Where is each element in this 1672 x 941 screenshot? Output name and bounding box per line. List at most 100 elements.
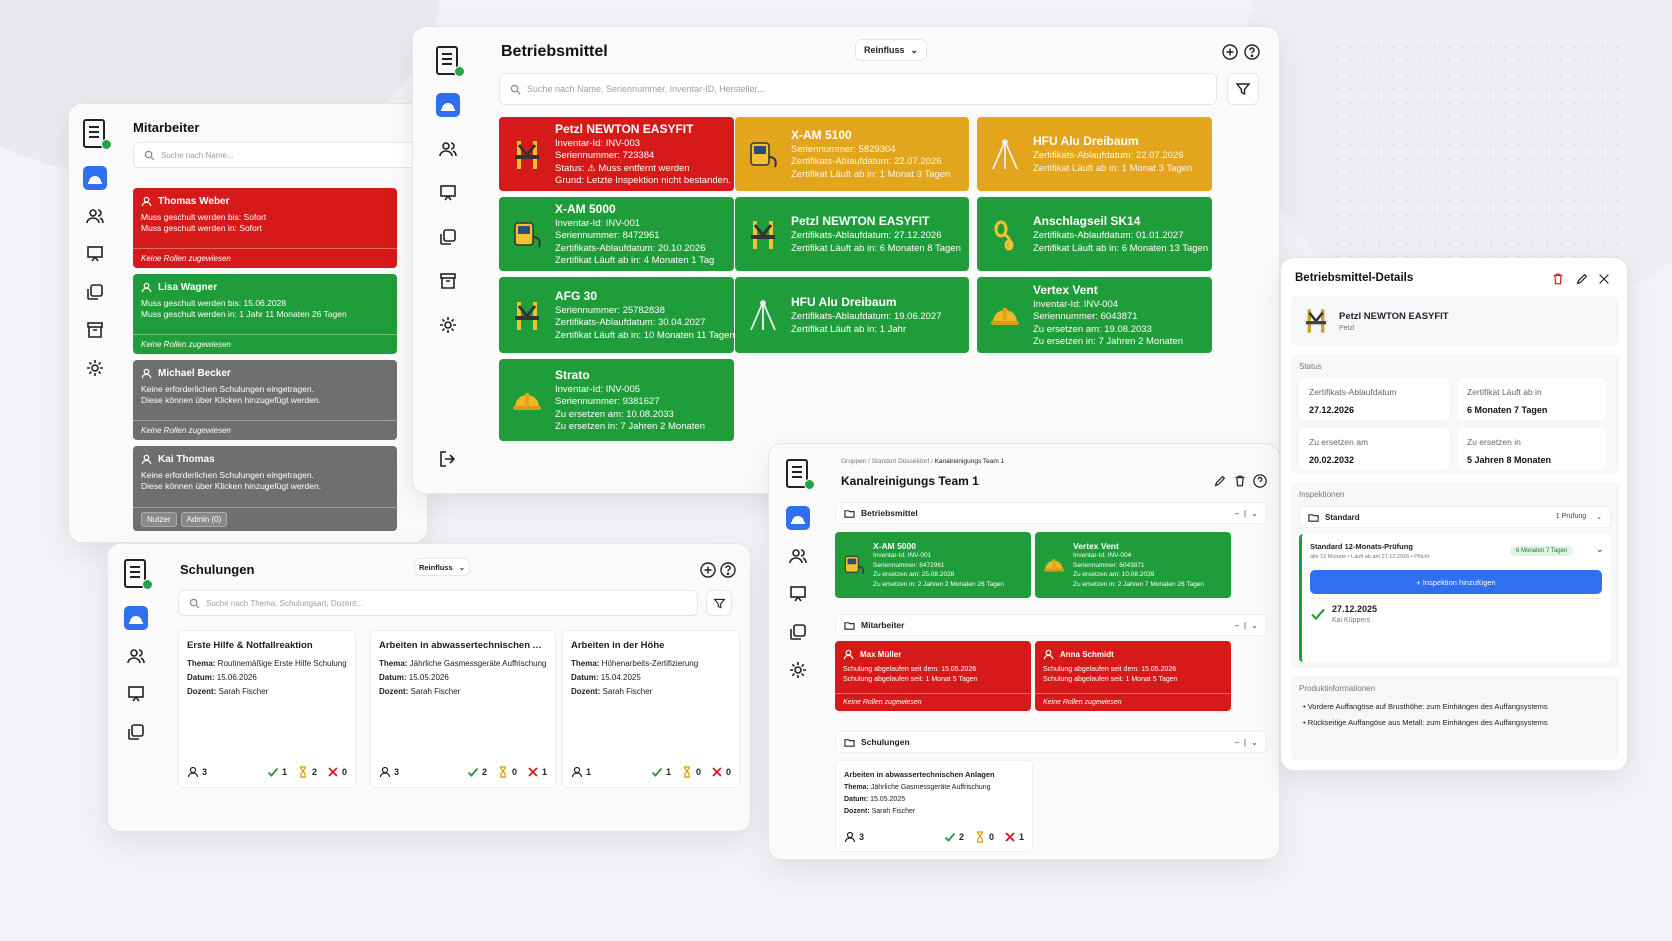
training-datum: Datum: 15.05.2026 xyxy=(379,671,547,685)
training-card[interactable]: Arbeiten in abwassertechnischen Anlagen … xyxy=(835,760,1033,852)
equipment-name: X-AM 5000 xyxy=(873,541,916,551)
location-dropdown[interactable]: Reinfluss ⌄ xyxy=(414,558,470,576)
training-nav-icon[interactable] xyxy=(436,181,460,205)
archive-nav-icon[interactable] xyxy=(436,269,460,293)
app-logo-icon xyxy=(122,558,153,590)
training-nav-icon[interactable] xyxy=(83,242,107,266)
delete-icon[interactable] xyxy=(1551,272,1565,286)
settings-nav-icon[interactable] xyxy=(83,356,107,380)
section-mitarbeiter[interactable]: Mitarbeiter – | ⌄ xyxy=(835,614,1267,636)
equipment-detail: Zu ersetzen in: 2 Jahren 2 Monaten 26 Ta… xyxy=(873,580,1005,588)
chevron-down-icon: ⌄ xyxy=(910,44,919,55)
equipment-card[interactable]: Petzl NEWTON EASYFIT Inventar-Id: INV-003… xyxy=(499,117,734,191)
settings-nav-icon[interactable] xyxy=(436,313,460,337)
add-inspection-button[interactable]: + Inspektion hinzufügen xyxy=(1310,570,1602,594)
training-nav-icon[interactable] xyxy=(786,582,810,606)
training-card[interactable]: Arbeiten in der Höhe Thema: Höhenarbeits-… xyxy=(562,630,740,788)
equipment-card[interactable]: X-AM 5000 Inventar-Id: INV-001 Seriennumme… xyxy=(499,197,734,271)
edit-icon[interactable] xyxy=(1213,474,1227,488)
help-icon[interactable] xyxy=(1243,43,1261,61)
users-nav-icon[interactable] xyxy=(436,137,460,161)
equipment-name: Strato xyxy=(555,367,590,382)
employee-card[interactable]: Max Müller Schulung abgelaufen seit dem: … xyxy=(835,641,1031,711)
employee-card[interactable]: Thomas Weber Muss geschult werden bis: S… xyxy=(133,188,397,268)
logout-icon[interactable] xyxy=(436,447,460,471)
section-betriebsmittel[interactable]: Betriebsmittel – | ⌄ xyxy=(835,502,1267,524)
training-thema-value: Höhenarbeits-Zertifizierung xyxy=(599,659,699,668)
groups-nav-icon[interactable] xyxy=(436,225,460,249)
equipment-nav-icon[interactable] xyxy=(83,166,107,190)
equipment-detail: Zertifikats-Ablaufdatum: 22.07.2026 xyxy=(791,156,942,168)
filter-icon[interactable] xyxy=(1227,73,1259,105)
employee-card[interactable]: Michael Becker Keine erforderlichen Schu… xyxy=(133,360,397,440)
settings-nav-icon[interactable] xyxy=(786,658,810,682)
equipment-nav-icon[interactable] xyxy=(124,606,148,630)
groups-nav-icon[interactable] xyxy=(786,620,810,644)
equipment-card[interactable]: Vertex Vent Inventar-Id: INV-004 Seriennum… xyxy=(977,277,1212,353)
equipment-card[interactable]: Strato Inventar-Id: INV-005 Seriennummer: … xyxy=(499,359,734,441)
inspection-group-standard[interactable]: Standard 1 Prüfung ⌄ xyxy=(1299,506,1611,528)
close-icon[interactable] xyxy=(1597,272,1611,286)
chevron-down-icon[interactable]: ⌄ xyxy=(1596,544,1604,555)
archive-nav-icon[interactable] xyxy=(83,318,107,342)
training-card[interactable]: Erste Hilfe & Notfallreaktion Thema: Rout… xyxy=(178,630,356,788)
employee-card[interactable]: Anna Schmidt Schulung abgelaufen seit dem… xyxy=(1035,641,1231,711)
equipment-card[interactable]: Anschlagseil SK14 Zertifikats-Ablaufdatum… xyxy=(977,197,1212,271)
users-nav-icon[interactable] xyxy=(83,204,107,228)
add-icon[interactable] xyxy=(700,562,716,578)
equipment-nav-icon[interactable] xyxy=(436,93,460,117)
equipment-detail: Inventar-Id: INV-001 xyxy=(873,552,932,559)
training-card[interactable]: Arbeiten in abwassertechnischen Anlag...… xyxy=(370,630,556,788)
harness-icon xyxy=(509,137,545,173)
add-icon[interactable] xyxy=(1221,43,1239,61)
betriebsmittel-panel: Betriebsmittel Reinfluss ⌄ Suche nach Nam… xyxy=(412,26,1280,494)
equipment-card[interactable]: Petzl NEWTON EASYFIT Zertifikats-Ablaufda… xyxy=(735,197,969,271)
delete-icon[interactable] xyxy=(1233,474,1247,488)
training-datum-label: Datum: xyxy=(187,673,215,682)
location-dropdown[interactable]: Reinfluss ⌄ xyxy=(855,39,927,61)
inspections-section: Inspektionen Standard 1 Prüfung ⌄ Standard… xyxy=(1291,482,1619,668)
groups-nav-icon[interactable] xyxy=(124,720,148,744)
participants-count: 3 xyxy=(844,831,864,843)
training-nav-icon[interactable] xyxy=(124,682,148,706)
equipment-nav-icon[interactable] xyxy=(786,506,810,530)
help-icon[interactable] xyxy=(720,562,736,578)
help-icon[interactable] xyxy=(1253,474,1267,488)
equipment-card[interactable]: X-AM 5000 Inventar-Id: INV-001 Seriennumme… xyxy=(835,532,1031,598)
section-controls[interactable]: – | ⌄ xyxy=(1234,737,1258,748)
equipment-card[interactable]: X-AM 5100 Seriennummer: 5829304 Zertifikat… xyxy=(735,117,969,191)
equipment-name: Vertex Vent xyxy=(1033,282,1098,297)
training-dozent-value: Sarah Fischer xyxy=(408,687,461,696)
section-controls[interactable]: – | ⌄ xyxy=(1234,620,1258,631)
equipment-search-input[interactable]: Suche nach Name, Seriennummer, Inventar-… xyxy=(499,73,1217,105)
section-controls[interactable]: – | ⌄ xyxy=(1234,508,1258,519)
employee-search-input[interactable]: Suche nach Name... xyxy=(133,142,427,168)
users-nav-icon[interactable] xyxy=(124,644,148,668)
section-schulungen[interactable]: Schulungen – | ⌄ xyxy=(835,731,1267,753)
edit-icon[interactable] xyxy=(1575,272,1589,286)
harness-icon xyxy=(509,298,545,334)
status-section: Status Zertifikats-Ablaufdatum 27.12.2026… xyxy=(1291,354,1619,474)
search-icon xyxy=(189,598,200,609)
equipment-card-body: HFU Alu Dreibaum Zertifikats-Ablaufdatum:… xyxy=(1033,134,1204,175)
training-stats: 1100 xyxy=(571,765,731,779)
training-search-input[interactable]: Suche nach Thema, Schulungsart, Dozent..… xyxy=(178,590,698,616)
users-nav-icon[interactable] xyxy=(786,544,810,568)
training-dozent-label: Dozent: xyxy=(571,687,601,696)
equipment-card[interactable]: AFG 30 Seriennummer: 25782838 Zertifikats-… xyxy=(499,277,734,353)
equipment-detail: Zu ersetzen in: 7 Jahren 2 Monaten xyxy=(555,421,705,432)
product-info-section: Produktinformationen • Vordere Auffangös… xyxy=(1291,676,1619,760)
employee-card[interactable]: Lisa Wagner Muss geschult werden bis: 15… xyxy=(133,274,397,354)
helmet-icon xyxy=(1041,552,1067,578)
filter-icon[interactable] xyxy=(706,590,732,616)
equipment-card-body: Petzl NEWTON EASYFIT Inventar-Id: INV-003… xyxy=(555,122,731,188)
equipment-card[interactable]: HFU Alu Dreibaum Zertifikats-Ablaufdatum:… xyxy=(977,117,1212,191)
equipment-card[interactable]: Vertex Vent Inventar-Id: INV-004 Seriennum… xyxy=(1035,532,1231,598)
user-icon xyxy=(141,368,152,379)
groups-nav-icon[interactable] xyxy=(83,280,107,304)
equipment-card[interactable]: HFU Alu Dreibaum Zertifikats-Ablaufdatum:… xyxy=(735,277,969,353)
employee-card[interactable]: Kai Thomas Keine erforderlichen Schulung… xyxy=(133,446,397,531)
equipment-detail: Zu ersetzen am: 10.08.2039 xyxy=(1073,571,1155,578)
x-icon xyxy=(328,767,338,777)
x-icon xyxy=(1005,832,1015,842)
